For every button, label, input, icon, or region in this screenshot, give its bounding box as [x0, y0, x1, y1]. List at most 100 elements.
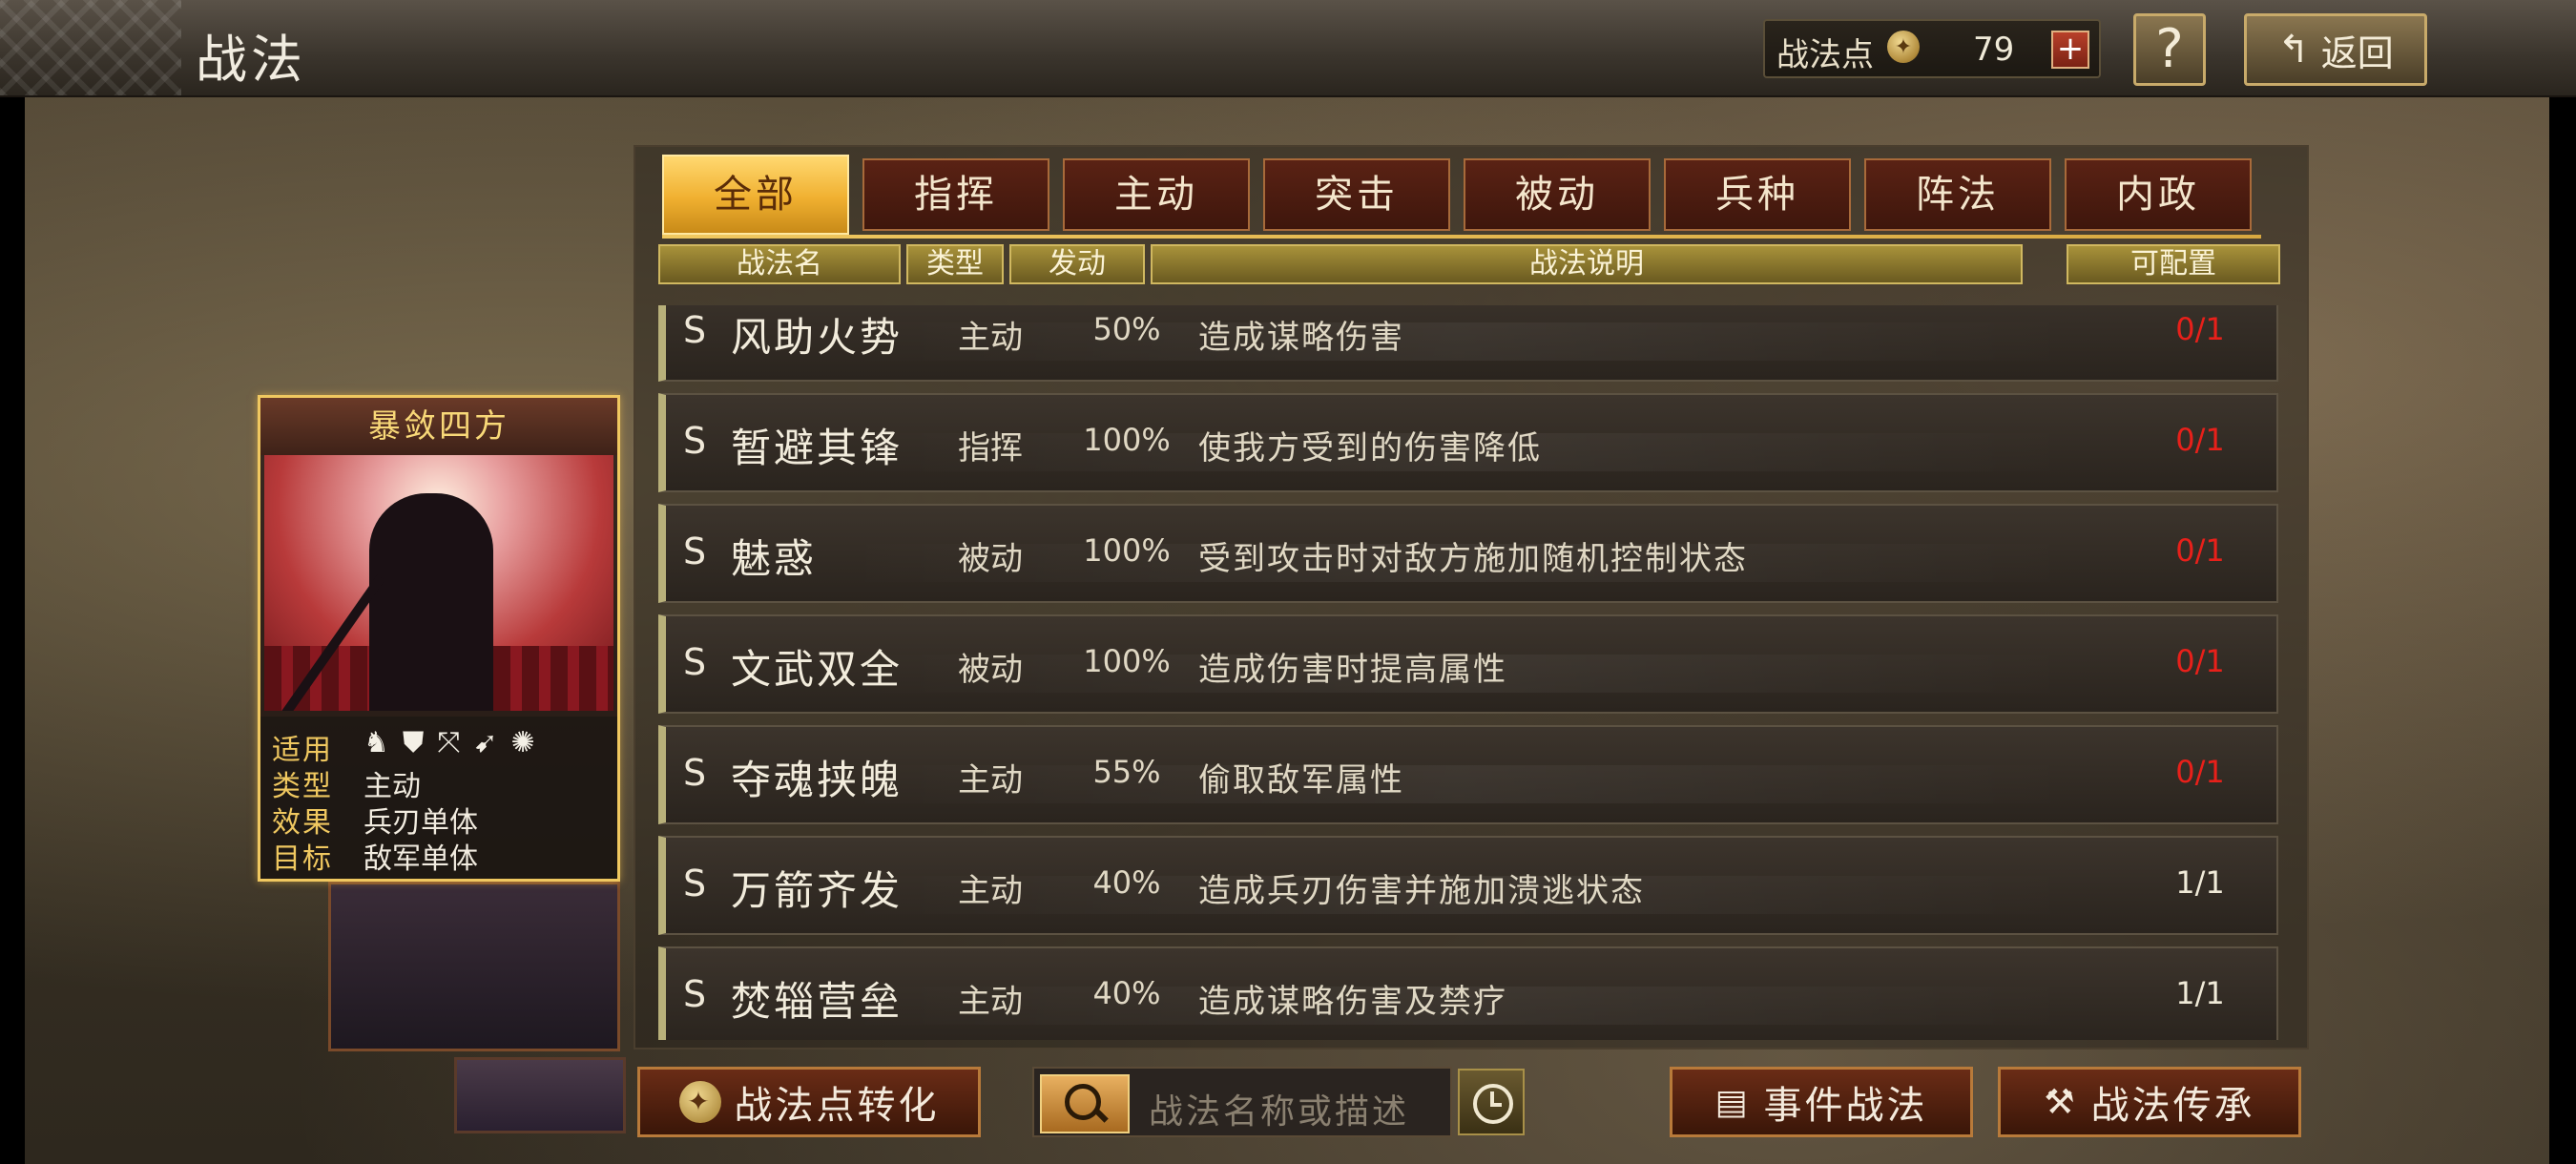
card-stack-back[interactable] — [328, 882, 620, 1051]
tab-underline — [662, 235, 2261, 239]
back-button-label: 返回 — [2320, 31, 2394, 74]
tactic-grade: S — [683, 641, 707, 683]
tab-troop[interactable]: 兵种 — [1664, 158, 1851, 231]
tactic-slots: 0/1 — [2175, 754, 2225, 790]
category-tabs: 全部 指挥 主动 突击 被动 兵种 阵法 内政 — [662, 155, 2261, 237]
table-header: 战法名 类型 发动 战法说明 可配置 — [658, 244, 2280, 286]
tactic-type: 主动 — [958, 761, 1023, 800]
page-title: 战法 — [196, 30, 306, 90]
coin-icon: ✦ — [1887, 31, 1920, 63]
tactic-points-value: 79 — [1973, 31, 2015, 69]
tactic-type: 主动 — [958, 319, 1023, 357]
tab-assault[interactable]: 突击 — [1263, 158, 1450, 231]
tactic-points-display: 战法点 ✦ 79 + — [1763, 19, 2101, 78]
tab-active[interactable]: 主动 — [1063, 158, 1250, 231]
tactic-points-label: 战法点 — [1776, 36, 1874, 74]
tactic-grade: S — [683, 752, 707, 794]
tactic-trigger-rate: 40% — [1092, 975, 1161, 1011]
tactic-slots: 0/1 — [2175, 311, 2225, 347]
tactic-description: 造成谋略伤害及禁疗 — [1198, 983, 1507, 1021]
unit-icons: ♞ ⛊ ⤧ ➹ ✺ — [364, 726, 535, 759]
convert-points-label: 战法点转化 — [734, 1084, 940, 1128]
tactic-slots: 1/1 — [2175, 975, 2225, 1011]
tactic-inherit-label: 战法传承 — [2090, 1084, 2255, 1128]
tactic-name: 魅惑 — [731, 535, 818, 582]
column-header-description: 战法说明 — [1151, 244, 2023, 284]
tactic-card[interactable]: 暴敛四方 适用 ♞ ⛊ ⤧ ➹ ✺ 类型 主动 效果 兵刃单体 目标 敌军单体 — [258, 395, 620, 882]
tactic-description: 造成谋略伤害 — [1198, 319, 1404, 357]
card-applies-row: 适用 ♞ ⛊ ⤧ ➹ ✺ — [272, 726, 535, 767]
wheel-icon: ✺ — [510, 726, 535, 759]
tactic-row[interactable]: S 风助火势 主动 50% 造成谋略伤害 0/1 — [658, 305, 2278, 382]
column-header-type[interactable]: 类型 — [906, 244, 1004, 284]
tactic-description: 造成伤害时提高属性 — [1198, 651, 1507, 689]
tactic-row[interactable]: S 万箭齐发 主动 40% 造成兵刃伤害并施加溃逃状态 1/1 — [658, 836, 2278, 935]
search-field[interactable]: 战法名称或描述 — [1032, 1067, 1452, 1137]
back-arrow-icon: ↰ — [2277, 28, 2310, 72]
tactic-grade: S — [683, 863, 707, 904]
top-bar: 战法 战法点 ✦ 79 + ? ↰ 返回 — [0, 0, 2576, 97]
tab-command[interactable]: 指挥 — [862, 158, 1049, 231]
history-button[interactable] — [1458, 1069, 1525, 1135]
tab-internal-affairs[interactable]: 内政 — [2065, 158, 2252, 231]
card-type-row: 类型 主动 — [272, 762, 421, 803]
tactic-row[interactable]: S 暂避其锋 指挥 100% 使我方受到的伤害降低 0/1 — [658, 393, 2278, 492]
tactic-row[interactable]: S 焚辎营垒 主动 40% 造成谋略伤害及禁疗 1/1 — [658, 946, 2278, 1040]
column-header-configurable[interactable]: 可配置 — [2067, 244, 2280, 284]
tactic-description: 造成兵刃伤害并施加溃逃状态 — [1198, 872, 1645, 910]
tactic-name: 夺魂挟魄 — [731, 757, 904, 803]
tactics-list[interactable]: S 风助火势 主动 50% 造成谋略伤害 0/1 S 暂避其锋 指挥 100% … — [658, 305, 2280, 1040]
tactic-description: 使我方受到的伤害降低 — [1198, 429, 1542, 468]
tactic-grade: S — [683, 530, 707, 572]
search-icon[interactable] — [1040, 1074, 1130, 1133]
tactic-name: 万箭齐发 — [731, 867, 904, 914]
column-header-trigger[interactable]: 发动 — [1009, 244, 1145, 284]
event-tactics-label: 事件战法 — [1763, 1084, 1928, 1128]
card-stats: 适用 ♞ ⛊ ⤧ ➹ ✺ 类型 主动 效果 兵刃单体 目标 敌军单体 — [260, 717, 617, 879]
tactic-trigger-rate: 100% — [1083, 532, 1171, 569]
card-target-label: 目标 — [272, 842, 333, 876]
scroll-icon: ▤ — [1714, 1082, 1751, 1122]
card-target-value: 敌军单体 — [364, 842, 478, 876]
back-button[interactable]: ↰ 返回 — [2244, 13, 2427, 86]
tactic-type: 被动 — [958, 540, 1023, 578]
search-input[interactable]: 战法名称或描述 — [1149, 1084, 1409, 1133]
tab-all[interactable]: 全部 — [662, 155, 849, 235]
tactic-type: 指挥 — [958, 429, 1023, 468]
tactic-type: 主动 — [958, 983, 1023, 1021]
tactic-grade: S — [683, 309, 707, 351]
art-warrior — [369, 493, 493, 711]
tactic-row[interactable]: S 魅惑 被动 100% 受到攻击时对敌方施加随机控制状态 0/1 — [658, 504, 2278, 603]
tactic-description: 受到攻击时对敌方施加随机控制状态 — [1198, 540, 1748, 578]
tab-formation[interactable]: 阵法 — [1864, 158, 2051, 231]
cavalry-icon: ♞ — [364, 726, 389, 759]
shield-icon: ⛊ — [402, 726, 425, 759]
event-tactics-button[interactable]: ▤ 事件战法 — [1670, 1067, 1973, 1137]
column-header-name[interactable]: 战法名 — [658, 244, 901, 284]
tactic-slots: 1/1 — [2175, 864, 2225, 901]
card-target-row: 目标 敌军单体 — [272, 835, 478, 876]
tactic-trigger-rate: 55% — [1092, 754, 1161, 790]
add-points-button[interactable]: + — [2051, 31, 2089, 69]
card-title: 暴敛四方 — [260, 398, 617, 455]
tab-passive[interactable]: 被动 — [1464, 158, 1651, 231]
tactic-trigger-rate: 40% — [1092, 864, 1161, 901]
tactic-slots: 0/1 — [2175, 422, 2225, 458]
tactic-type: 主动 — [958, 872, 1023, 910]
hammer-icon: ⚒ — [2044, 1082, 2078, 1122]
card-stack-back[interactable] — [454, 1057, 626, 1133]
tactic-description: 偷取敌军属性 — [1198, 761, 1404, 800]
tactic-row[interactable]: S 文武双全 被动 100% 造成伤害时提高属性 0/1 — [658, 614, 2278, 714]
tactic-row[interactable]: S 夺魂挟魄 主动 55% 偷取敌军属性 0/1 — [658, 725, 2278, 824]
tactic-trigger-rate: 100% — [1083, 643, 1171, 679]
tactic-inherit-button[interactable]: ⚒ 战法传承 — [1998, 1067, 2301, 1137]
tactic-name: 风助火势 — [731, 314, 904, 361]
card-artwork — [264, 455, 613, 711]
help-button[interactable]: ? — [2133, 13, 2206, 86]
bow-icon: ⤧ — [437, 726, 461, 759]
tactic-slots: 0/1 — [2175, 643, 2225, 679]
convert-points-button[interactable]: ✦ 战法点转化 — [637, 1067, 981, 1137]
tactic-name: 暂避其锋 — [731, 425, 904, 471]
spear-icon: ➹ — [473, 726, 498, 759]
tactic-trigger-rate: 100% — [1083, 422, 1171, 458]
